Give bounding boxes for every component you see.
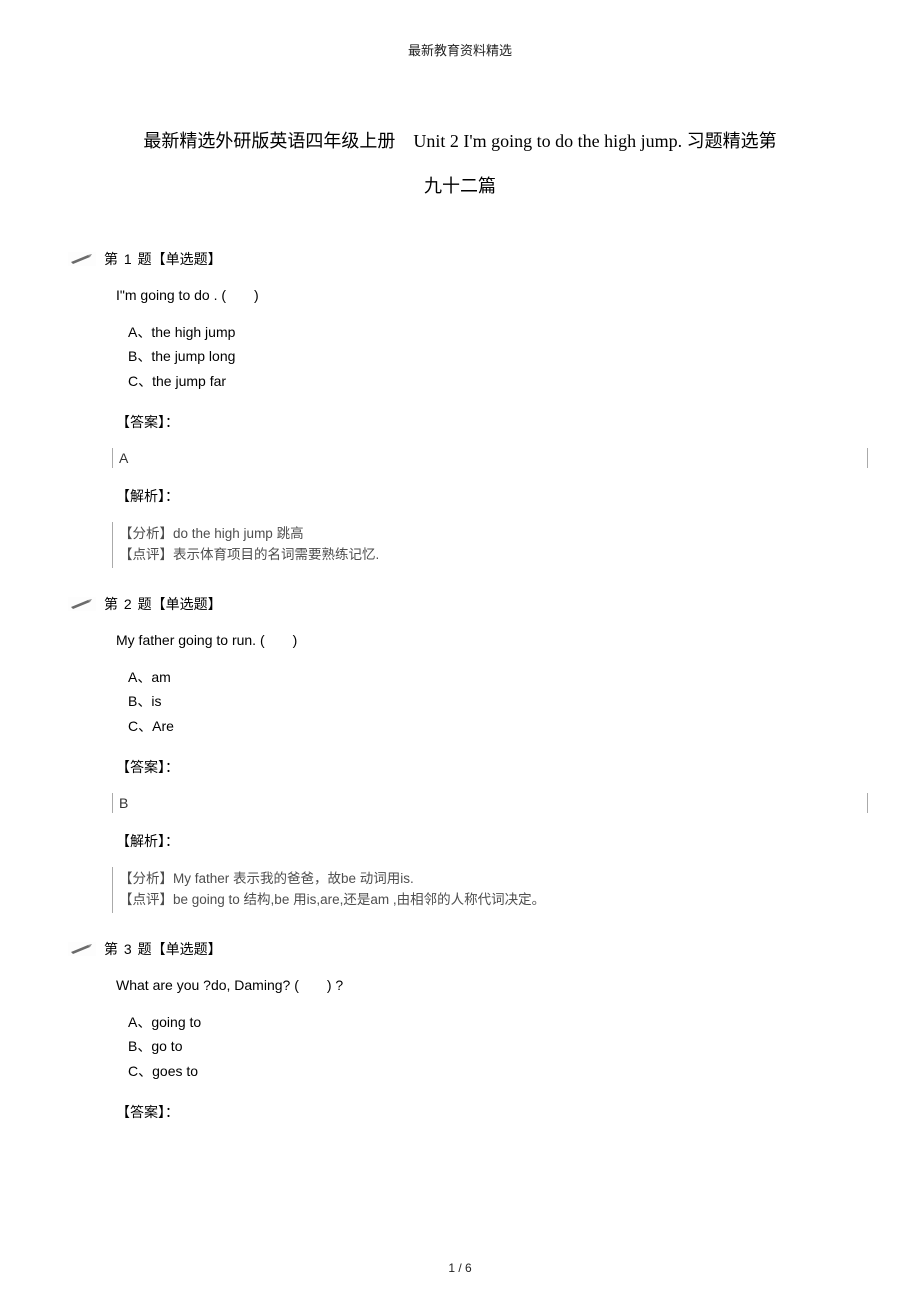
- question-number: 2: [124, 596, 132, 612]
- option-a: A、going to: [128, 1011, 840, 1035]
- answer-text: B: [119, 795, 128, 811]
- question-prefix: 第: [104, 249, 118, 269]
- option-a: A、the high jump: [128, 321, 840, 345]
- analysis-box: 【分析】do the high jump 跳高 【点评】表示体育项目的名词需要熟…: [112, 522, 840, 568]
- answer-label: 【答案】：: [116, 412, 840, 432]
- question-header: 第 2 题【单选题】: [68, 594, 840, 614]
- question-header: 第 3 题【单选题】: [68, 939, 840, 959]
- question-type: 题【单选题】: [138, 594, 222, 614]
- options-list: A、am B、is C、Are: [128, 666, 840, 739]
- answer-box: A: [112, 448, 868, 468]
- question-number: 3: [124, 941, 132, 957]
- question-block: 第 2 题【单选题】 My father going to run. ( ) A…: [80, 594, 840, 913]
- question-stem: My father going to run. ( ): [116, 632, 840, 648]
- answer-box: B: [112, 793, 868, 813]
- option-c: C、goes to: [128, 1060, 840, 1084]
- page-header: 最新教育资料精选: [80, 40, 840, 59]
- title-line-2: 九十二篇: [424, 176, 496, 196]
- analysis-line: 【点评】表示体育项目的名词需要熟练记忆.: [119, 545, 840, 566]
- question-type: 题【单选题】: [138, 249, 222, 269]
- pencil-icon: [68, 252, 96, 266]
- space: [118, 596, 122, 612]
- option-c: C、the jump far: [128, 370, 840, 394]
- analysis-line: 【分析】do the high jump 跳高: [119, 524, 840, 545]
- question-prefix: 第: [104, 939, 118, 959]
- document-title: 最新精选外研版英语四年级上册 Unit 2 I'm going to do th…: [80, 119, 840, 209]
- question-block: 第 1 题【单选题】 I"m going to do . ( ) A、the h…: [80, 249, 840, 568]
- question-number: 1: [124, 251, 132, 267]
- title-line-1: 最新精选外研版英语四年级上册 Unit 2 I'm going to do th…: [143, 131, 776, 151]
- option-b: B、go to: [128, 1035, 840, 1059]
- options-list: A、going to B、go to C、goes to: [128, 1011, 840, 1084]
- answer-label: 【答案】：: [116, 1102, 840, 1122]
- question-stem: What are you ?do, Daming? ( ) ?: [116, 977, 840, 993]
- question-header: 第 1 题【单选题】: [68, 249, 840, 269]
- options-list: A、the high jump B、the jump long C、the ju…: [128, 321, 840, 394]
- question-block: 第 3 题【单选题】 What are you ?do, Daming? ( )…: [80, 939, 840, 1122]
- pencil-icon: [68, 942, 96, 956]
- answer-label: 【答案】：: [116, 757, 840, 777]
- option-b: B、the jump long: [128, 345, 840, 369]
- space: [118, 941, 122, 957]
- option-a: A、am: [128, 666, 840, 690]
- option-c: C、Are: [128, 715, 840, 739]
- analysis-line: 【点评】be going to 结构,be 用is,are,还是am ,由相邻的…: [119, 890, 840, 911]
- question-prefix: 第: [104, 594, 118, 614]
- analysis-label: 【解析】：: [116, 486, 840, 506]
- option-b: B、is: [128, 690, 840, 714]
- page-footer: 1 / 6: [0, 1261, 920, 1275]
- analysis-label: 【解析】：: [116, 831, 840, 851]
- analysis-line: 【分析】My father 表示我的爸爸，故be 动词用is.: [119, 869, 840, 890]
- analysis-box: 【分析】My father 表示我的爸爸，故be 动词用is. 【点评】be g…: [112, 867, 840, 913]
- question-type: 题【单选题】: [138, 939, 222, 959]
- answer-text: A: [119, 450, 128, 466]
- question-stem: I"m going to do . ( ): [116, 287, 840, 303]
- space: [118, 251, 122, 267]
- pencil-icon: [68, 597, 96, 611]
